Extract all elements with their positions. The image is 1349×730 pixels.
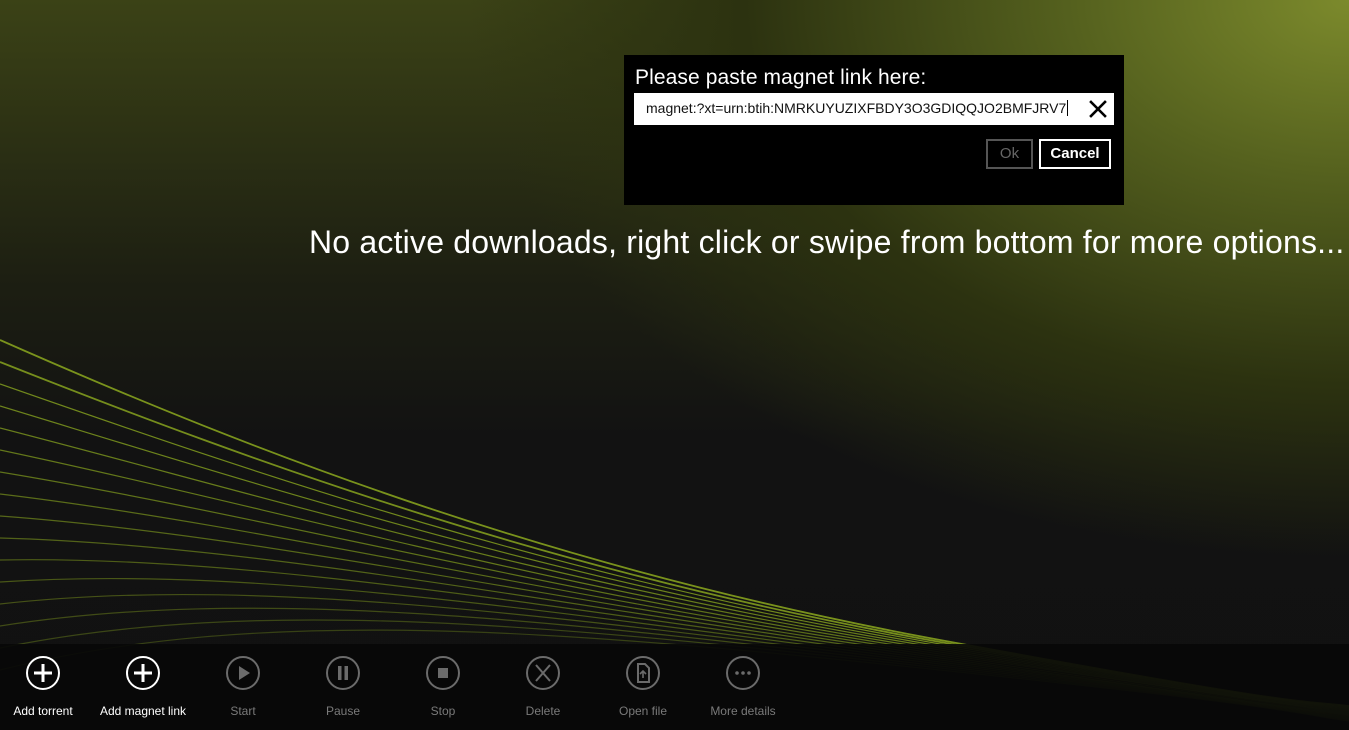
plus-icon — [34, 664, 52, 682]
pause-label: Pause — [325, 704, 361, 718]
play-icon — [239, 666, 250, 680]
start-button[interactable]: Start — [193, 656, 293, 726]
ok-button[interactable]: Ok — [986, 139, 1033, 169]
plus-icon — [134, 664, 152, 682]
add-magnet-link-label: Add magnet link — [99, 704, 187, 718]
add-magnet-link-button[interactable]: Add magnet link — [93, 656, 193, 726]
open-file-button[interactable]: Open file — [593, 656, 693, 726]
delete-label: Delete — [525, 704, 561, 718]
more-icon — [735, 671, 751, 675]
clear-input-button[interactable] — [1088, 99, 1108, 119]
file-icon — [637, 663, 650, 683]
close-icon — [1089, 100, 1107, 118]
pause-button[interactable]: Pause — [293, 656, 393, 726]
add-torrent-label: Add torrent — [13, 704, 73, 718]
magnet-link-value[interactable]: magnet:?xt=urn:btih:NMRKUYUZIXFBDY3O3GDI… — [646, 100, 1069, 116]
pause-icon — [338, 666, 348, 680]
delete-icon — [535, 664, 551, 682]
more-details-button[interactable]: More details — [693, 656, 793, 726]
magnet-link-input[interactable]: magnet:?xt=urn:btih:NMRKUYUZIXFBDY3O3GDI… — [634, 93, 1114, 125]
app-bar: Add torrent Add magnet link Start Pause … — [0, 644, 1349, 730]
open-file-label: Open file — [618, 704, 668, 718]
stop-button[interactable]: Stop — [393, 656, 493, 726]
magnet-link-dialog: Please paste magnet link here: magnet:?x… — [624, 55, 1124, 205]
delete-button[interactable]: Delete — [493, 656, 593, 726]
empty-downloads-message: No active downloads, right click or swip… — [309, 224, 1345, 260]
stop-icon — [438, 668, 448, 678]
cancel-button[interactable]: Cancel — [1039, 139, 1111, 169]
add-torrent-button[interactable]: Add torrent — [0, 656, 93, 726]
stop-label: Stop — [430, 704, 456, 718]
dialog-title: Please paste magnet link here: — [635, 66, 927, 89]
start-label: Start — [230, 704, 256, 718]
more-details-label: More details — [710, 704, 776, 718]
